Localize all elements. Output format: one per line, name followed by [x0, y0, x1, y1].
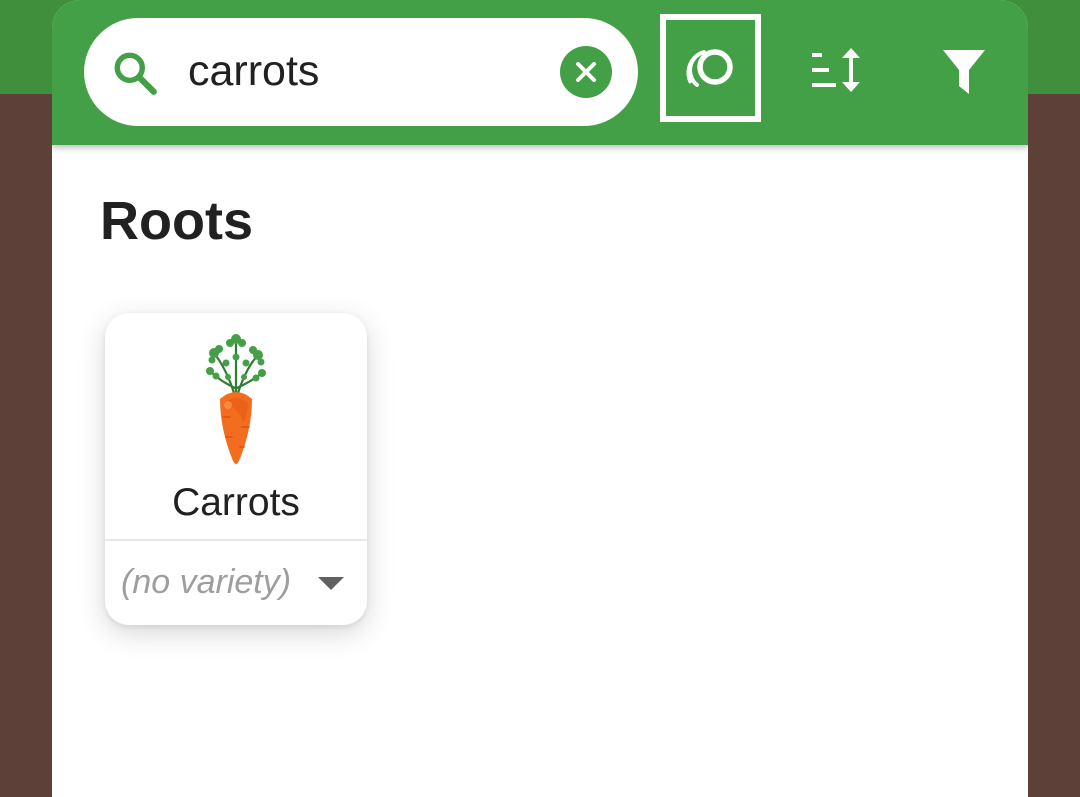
plant-name: Carrots [172, 481, 300, 524]
filter-icon [943, 50, 985, 94]
sort-icon [812, 48, 860, 92]
variety-value: (no variety) [121, 563, 292, 601]
section-title: Roots [100, 191, 253, 251]
carrot-icon [206, 334, 266, 464]
dropdown-arrow-icon [318, 577, 344, 590]
close-icon [576, 62, 596, 82]
plant-card[interactable]: Carrots (no variety) [105, 313, 367, 625]
search-icon [110, 48, 160, 98]
clear-search-button[interactable] [560, 46, 612, 98]
search-toolbar [52, 0, 1028, 145]
variety-select[interactable]: (no variety) [105, 541, 367, 625]
sort-button[interactable] [792, 14, 882, 122]
search-panel: Roots [52, 0, 1028, 797]
filter-button[interactable] [920, 14, 1010, 122]
search-input[interactable] [188, 42, 548, 100]
search-box [84, 18, 638, 126]
seasonal-toggle-button[interactable] [660, 14, 761, 122]
seasonal-circle-icon [686, 49, 733, 87]
